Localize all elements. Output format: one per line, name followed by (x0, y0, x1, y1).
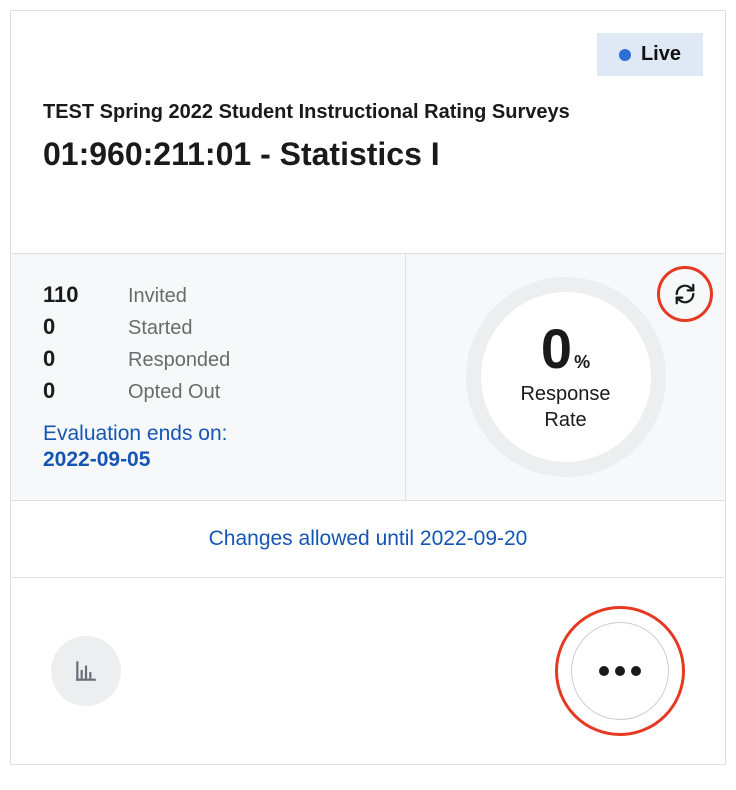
card-header: Live TEST Spring 2022 Student Instructio… (11, 11, 725, 253)
more-options-button[interactable] (571, 622, 669, 720)
survey-subtitle: TEST Spring 2022 Student Instructional R… (43, 101, 693, 124)
status-dot-icon (619, 49, 631, 61)
stat-label: Responded (128, 349, 230, 372)
stat-value: 110 (43, 282, 128, 308)
survey-card: Live TEST Spring 2022 Student Instructio… (10, 10, 726, 765)
response-rate-pct: % (574, 352, 590, 373)
stat-value: 0 (43, 314, 128, 340)
stat-label: Invited (128, 285, 187, 308)
response-rate-value-wrap: 0 % (541, 321, 590, 377)
stat-row-started: 0 Started (43, 314, 373, 340)
more-highlight-ring (555, 606, 685, 736)
response-rate-inner: 0 % Response Rate (481, 292, 651, 462)
stat-row-invited: 110 Invited (43, 282, 373, 308)
stat-label: Opted Out (128, 381, 220, 404)
response-rate-gauge: 0 % Response Rate (466, 277, 666, 477)
stats-list: 110 Invited 0 Started 0 Responded 0 Opte… (11, 254, 406, 500)
changes-allowed-text: Changes allowed until 2022-09-20 (11, 500, 725, 577)
stat-row-opted-out: 0 Opted Out (43, 378, 373, 404)
more-icon (631, 666, 641, 676)
view-chart-button[interactable] (51, 636, 121, 706)
bar-chart-icon (73, 658, 99, 684)
card-footer (11, 577, 725, 764)
evaluation-ends-date: 2022-09-05 (43, 448, 373, 472)
stat-value: 0 (43, 346, 128, 372)
refresh-icon (674, 283, 696, 305)
evaluation-ends-label: Evaluation ends on: (43, 422, 373, 446)
survey-title: 01:960:211:01 - Statistics I (43, 136, 693, 173)
stat-value: 0 (43, 378, 128, 404)
response-rate-panel: 0 % Response Rate (406, 254, 725, 500)
response-rate-value: 0 (541, 321, 572, 377)
more-icon (615, 666, 625, 676)
stat-label: Started (128, 317, 192, 340)
more-icon (599, 666, 609, 676)
status-badge: Live (597, 33, 703, 76)
refresh-button[interactable] (671, 280, 699, 308)
stats-section: 110 Invited 0 Started 0 Responded 0 Opte… (11, 253, 725, 500)
stat-row-responded: 0 Responded (43, 346, 373, 372)
status-label: Live (641, 43, 681, 66)
refresh-highlight-ring (657, 266, 713, 322)
response-rate-label: Response Rate (520, 381, 610, 433)
